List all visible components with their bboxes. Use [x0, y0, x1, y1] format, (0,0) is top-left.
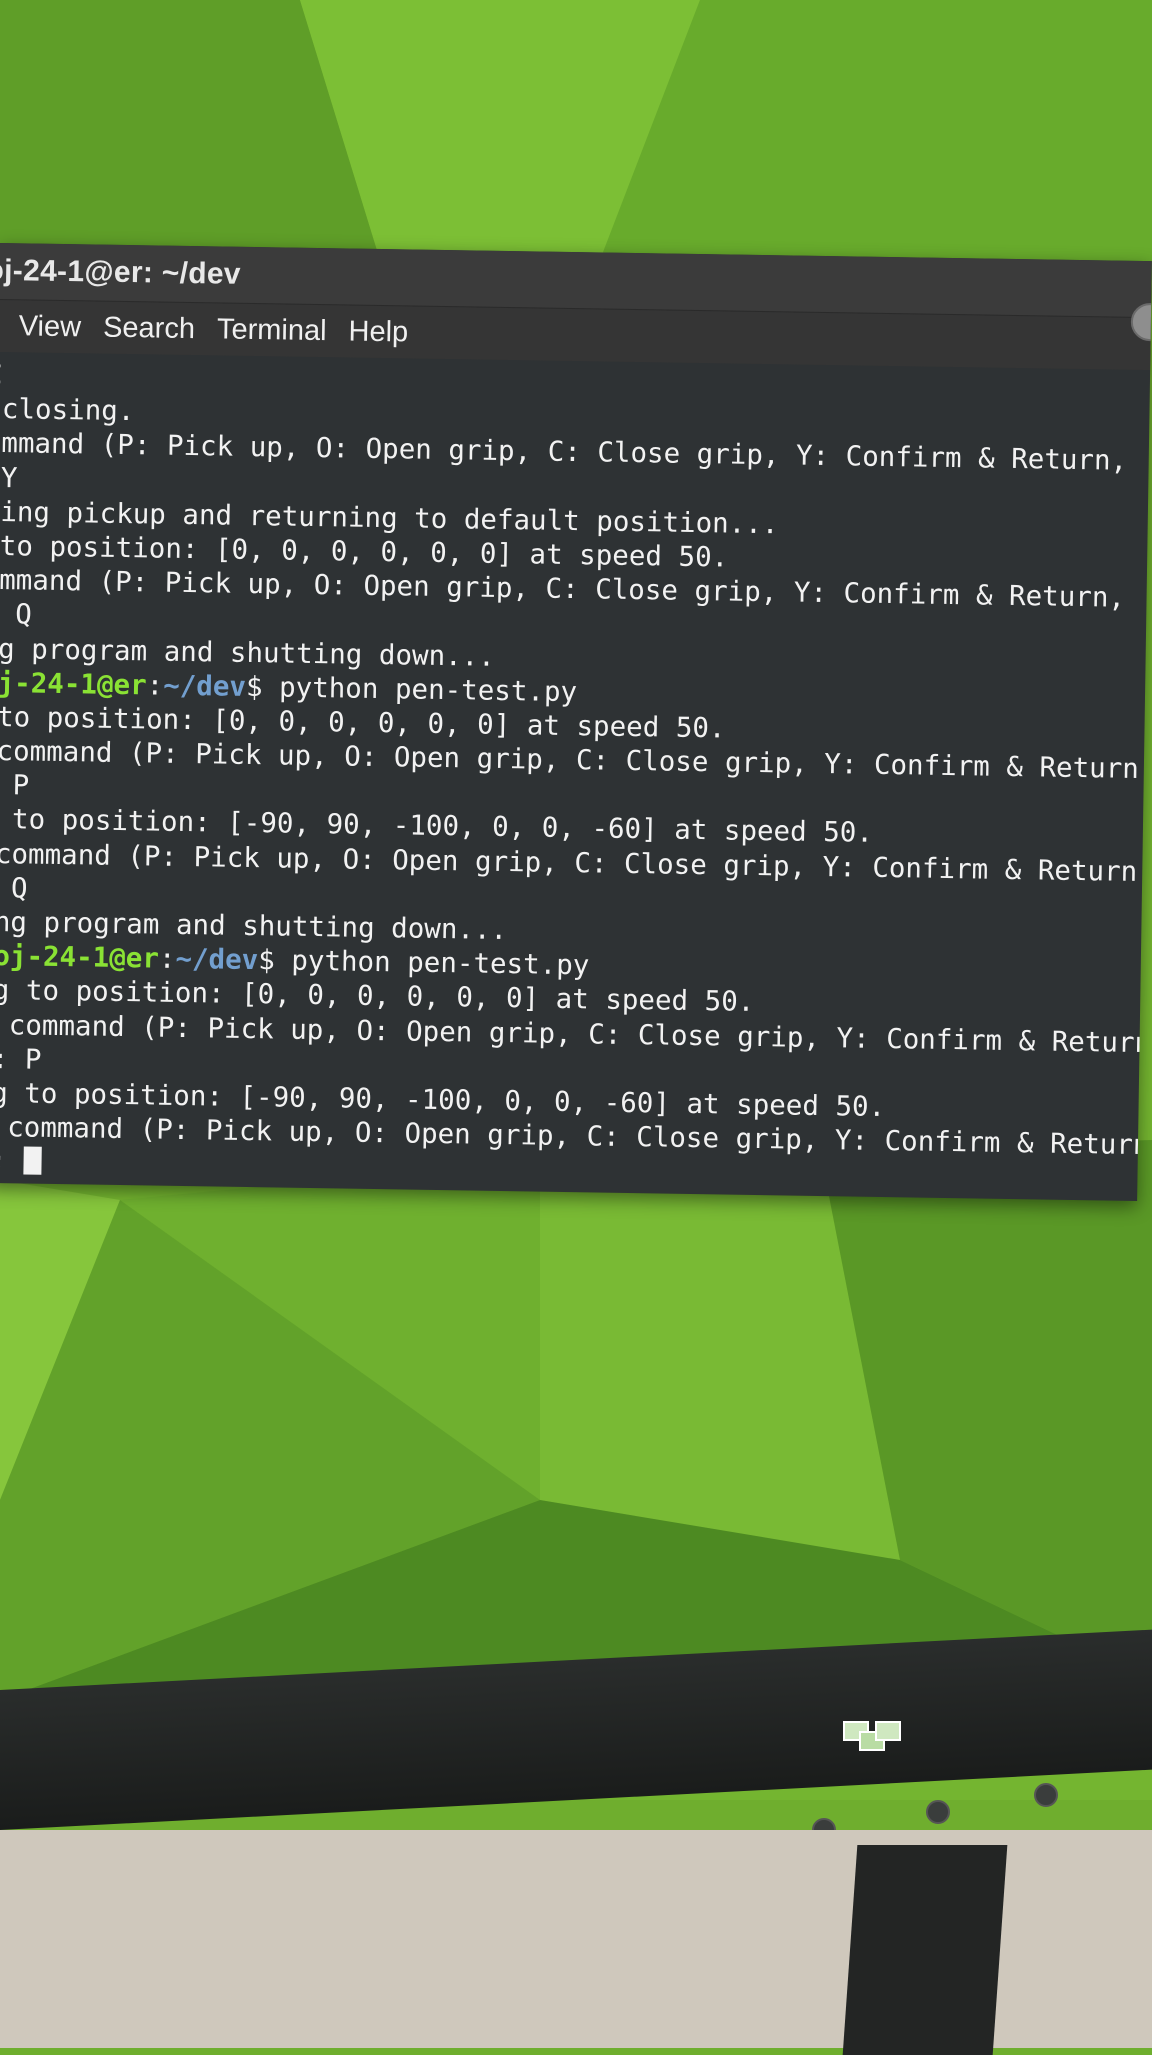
prompt-separator: :	[158, 942, 176, 976]
monitor-stand	[842, 1845, 1008, 2055]
terminal-window[interactable]: oj-24-1@er: ~/dev t View Search Terminal…	[0, 243, 1152, 1201]
menu-help[interactable]: Help	[348, 315, 408, 349]
prompt-path: ~/dev	[175, 943, 259, 977]
terminal-line-text: $ python pen-test.py	[257, 944, 590, 982]
terminal-cursor[interactable]	[23, 1146, 42, 1176]
monitor-up-button[interactable]	[926, 1800, 950, 1824]
menu-view[interactable]: View	[18, 310, 82, 344]
terminal-line-text: : Q	[10, 872, 28, 905]
terminal-line-text: : P	[12, 769, 30, 802]
prompt-path: ~/dev	[162, 669, 247, 703]
terminal-line-text: $ python pen-test.py	[245, 670, 578, 708]
window-title: oj-24-1@er: ~/dev	[0, 253, 242, 291]
terminal-line-text: ):	[0, 1145, 7, 1178]
prompt-user-host: roj-24-1@er	[0, 939, 160, 975]
terminal-line-text: Y	[0, 461, 18, 494]
menu-search[interactable]: Search	[103, 311, 195, 345]
display-panel-icon	[843, 1721, 901, 1751]
prompt-separator: :	[146, 669, 164, 702]
terminal-output[interactable]: C closing. ommand (P: Pick up, O: Open gr…	[0, 352, 1152, 1197]
prompt-user-host: oj-24-1@er	[0, 666, 147, 702]
terminal-line-text: C	[0, 358, 3, 392]
terminal-line-text: ): P	[0, 1042, 42, 1076]
menu-terminal[interactable]: Terminal	[217, 313, 327, 348]
terminal-line-text: Q	[15, 598, 33, 631]
terminal-line-text: closing.	[0, 392, 135, 428]
